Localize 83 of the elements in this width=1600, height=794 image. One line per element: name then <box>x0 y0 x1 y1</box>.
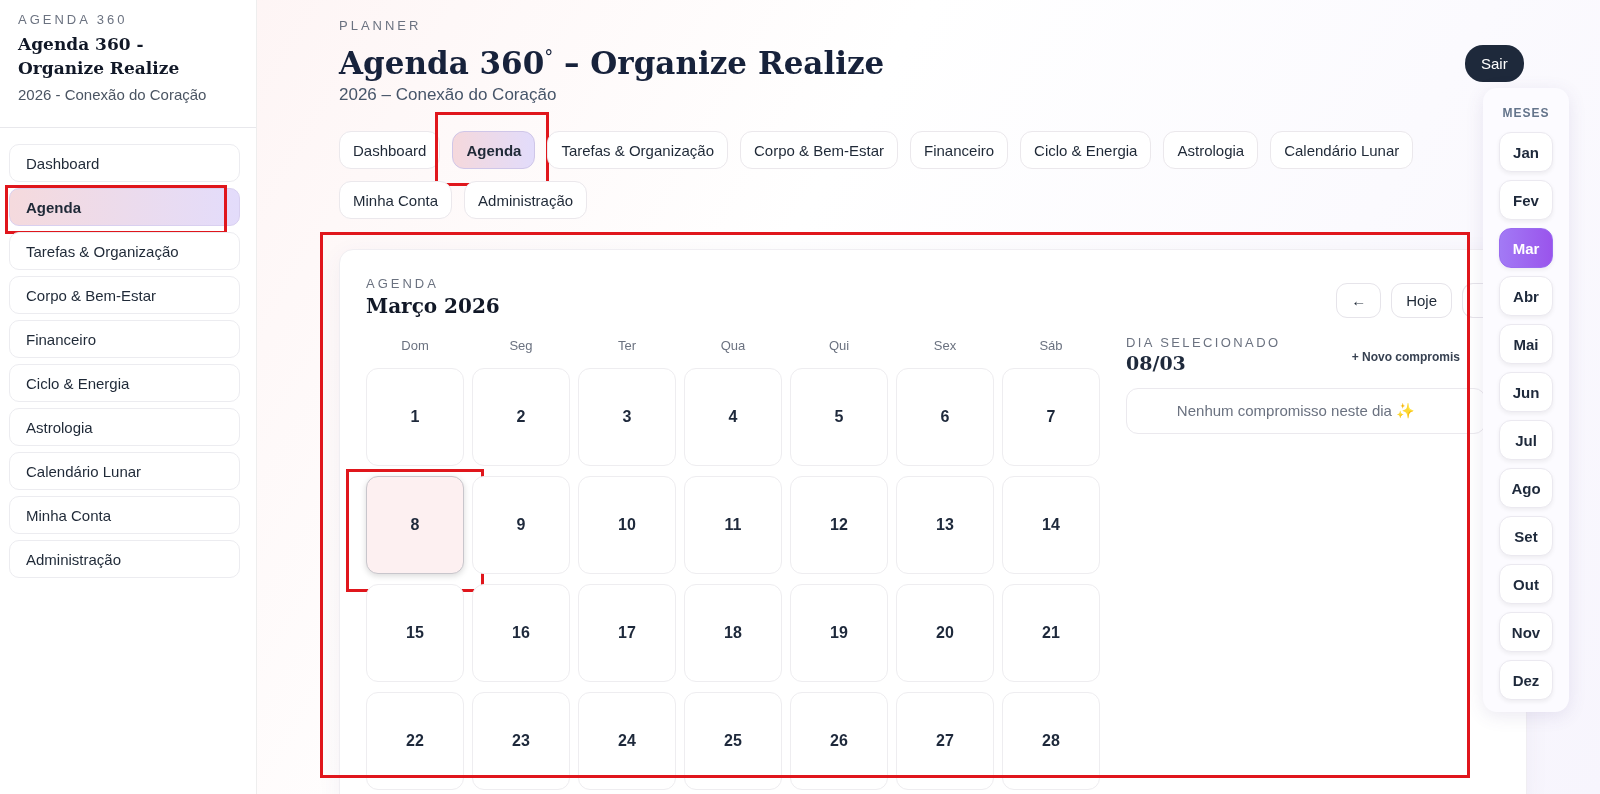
sidebar-item[interactable]: Calendário Lunar <box>9 452 240 490</box>
selected-date: 08/03 <box>1126 352 1187 375</box>
day-cell[interactable]: 6 <box>896 368 994 467</box>
day-cell[interactable]: 4 <box>684 368 782 467</box>
sidebar-item[interactable]: Financeiro <box>9 320 240 358</box>
day-cell[interactable]: 19 <box>790 584 888 683</box>
sidebar-item[interactable]: Agenda <box>9 188 240 226</box>
nav-tab[interactable]: Calendário Lunar <box>1270 131 1414 170</box>
day-cell[interactable]: 23 <box>472 692 570 791</box>
month-button[interactable]: Jun <box>1499 372 1553 412</box>
month-button[interactable]: Mai <box>1499 324 1553 364</box>
page-title: Agenda 360$^{°}$ – Organize Realize <box>339 44 885 84</box>
day-cell[interactable]: 17 <box>578 584 676 683</box>
today-button[interactable]: Hoje <box>1391 283 1452 319</box>
day-cell[interactable]: 26 <box>790 692 888 791</box>
day-cell[interactable]: 24 <box>578 692 676 791</box>
app-label: AGENDA 360 <box>18 12 129 27</box>
day-cell[interactable]: 15 <box>366 584 464 683</box>
card-eyebrow: AGENDA <box>366 276 440 292</box>
nav-tab[interactable]: Financeiro <box>910 131 1009 170</box>
day-cell[interactable]: 25 <box>684 692 782 791</box>
day-cell[interactable]: 10 <box>578 476 676 575</box>
months-title: MESES <box>1502 106 1550 120</box>
app-subtitle: 2026 - Conexão do Coração <box>18 86 208 103</box>
day-cell[interactable]: 11 <box>684 476 782 575</box>
month-button[interactable]: Jan <box>1499 132 1553 172</box>
sidebar-item[interactable]: Minha Conta <box>9 496 240 534</box>
nav-tab[interactable]: Astrologia <box>1163 131 1259 170</box>
logout-button[interactable]: Sair <box>1465 45 1524 82</box>
nav-tab[interactable]: Corpo & Bem-Estar <box>740 131 899 170</box>
month-title: Março 2026 <box>366 294 500 319</box>
weekday-label: Sáb <box>1038 338 1064 356</box>
day-cell[interactable]: 20 <box>896 584 994 683</box>
sidebar-item[interactable]: Administração <box>9 540 240 578</box>
day-cell[interactable]: 1 <box>366 368 464 467</box>
sidebar-item[interactable]: Tarefas & Organização <box>9 232 240 270</box>
day-cell[interactable]: 13 <box>896 476 994 575</box>
day-cell[interactable]: 27 <box>896 692 994 791</box>
day-cell[interactable]: 14 <box>1002 476 1100 575</box>
day-cell[interactable]: 12 <box>790 476 888 575</box>
nav-tab[interactable]: Ciclo & Energia <box>1020 131 1152 170</box>
nav-tab[interactable]: Minha Conta <box>339 181 453 220</box>
month-button[interactable]: Set <box>1499 516 1553 556</box>
day-cell[interactable]: 2 <box>472 368 570 467</box>
day-cell[interactable]: 3 <box>578 368 676 467</box>
day-cell[interactable]: 21 <box>1002 584 1100 683</box>
month-button[interactable]: Mar <box>1499 228 1553 268</box>
sidebar-item[interactable]: Astrologia <box>9 408 240 446</box>
month-button[interactable]: Ago <box>1499 468 1553 508</box>
day-cell[interactable]: 28 <box>1002 692 1100 791</box>
weekday-label: Qui <box>827 338 851 356</box>
app-title: Agenda 360 - Organize Realize <box>18 33 181 80</box>
nav-tab[interactable]: Administração <box>464 181 588 220</box>
month-button[interactable]: Jul <box>1499 420 1553 460</box>
nav-tab[interactable]: Tarefas & Organização <box>547 131 728 170</box>
weekday-label: Qua <box>719 338 747 356</box>
weekday-label: Sex <box>932 338 958 356</box>
month-button[interactable]: Abr <box>1499 276 1553 316</box>
sidebar-item[interactable]: Corpo & Bem-Estar <box>9 276 240 314</box>
day-cell[interactable]: 9 <box>472 476 570 575</box>
page-subtitle: 2026 – Conexão do Coração <box>339 85 558 106</box>
next-button[interactable] <box>1462 283 1484 319</box>
day-cell[interactable]: 22 <box>366 692 464 791</box>
day-cell[interactable]: 18 <box>684 584 782 683</box>
nav-tab[interactable]: Agenda <box>452 131 536 170</box>
weekday-label: Ter <box>616 338 638 356</box>
month-button[interactable]: Out <box>1499 564 1553 604</box>
day-cell[interactable]: 5 <box>790 368 888 467</box>
weekday-label: Dom <box>400 338 430 356</box>
sidebar-item[interactable]: Dashboard <box>9 144 240 182</box>
month-button[interactable]: Dez <box>1499 660 1553 700</box>
nav-tab[interactable]: Dashboard <box>339 131 441 170</box>
weekday-label: Seg <box>508 338 534 356</box>
new-appointment-link[interactable]: + Novo compromis <box>1351 350 1460 365</box>
page-eyebrow: PLANNER <box>339 18 423 33</box>
day-cell[interactable]: 8 <box>366 476 464 575</box>
month-button[interactable]: Fev <box>1499 180 1553 220</box>
day-cell[interactable]: 16 <box>472 584 570 683</box>
selected-day-label: DIA SELECIONADO <box>1126 335 1281 351</box>
day-cell[interactable]: 7 <box>1002 368 1100 467</box>
sidebar-item[interactable]: Ciclo & Energia <box>9 364 240 402</box>
previous-button[interactable]: ← <box>1336 283 1382 319</box>
month-button[interactable]: Nov <box>1499 612 1553 652</box>
